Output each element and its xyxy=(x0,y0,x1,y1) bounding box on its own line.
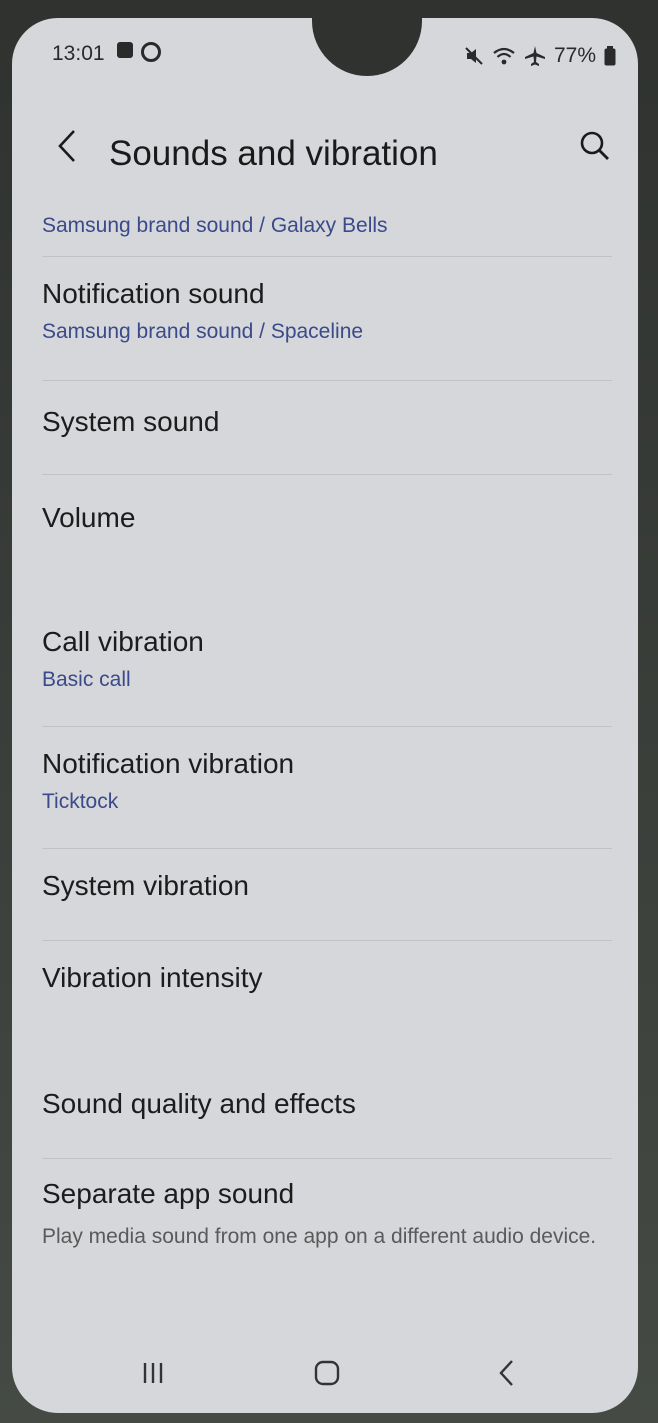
list-item-subtitle: Ticktock xyxy=(42,790,119,813)
list-item-title: Sound quality and effects xyxy=(42,1088,356,1119)
list-item-notification-sound[interactable]: Notification sound Samsung brand sound /… xyxy=(42,278,610,344)
divider xyxy=(42,940,612,941)
list-item-title: Vibration intensity xyxy=(42,962,263,993)
airplane-icon xyxy=(524,46,545,66)
list-item-title: Separate app sound xyxy=(42,1178,295,1209)
status-time: 13:01 xyxy=(52,42,105,65)
list-item-separate-app-sound[interactable]: Separate app sound Play media sound from… xyxy=(42,1178,602,1252)
list-item-title: Call vibration xyxy=(42,626,204,657)
wifi-icon xyxy=(493,47,515,65)
divider xyxy=(42,256,612,257)
navigation-bar xyxy=(12,1336,638,1406)
divider xyxy=(42,726,612,727)
list-item-vibration-intensity[interactable]: Vibration intensity xyxy=(42,962,610,994)
mute-icon xyxy=(465,47,483,65)
divider xyxy=(42,380,612,381)
phone-screen: 13:01 77% Sounds and vibration Samsung b… xyxy=(12,18,638,1413)
recents-icon xyxy=(143,1363,163,1383)
list-item-volume[interactable]: Volume xyxy=(42,502,610,534)
clipped-subtitle: Samsung brand sound / Galaxy Bells xyxy=(42,214,388,237)
page-title: Sounds and vibration xyxy=(109,134,438,173)
divider xyxy=(42,1158,612,1159)
divider xyxy=(42,848,612,849)
gallery-icon xyxy=(117,42,133,58)
list-item-system-sound[interactable]: System sound xyxy=(42,406,610,438)
status-bar: 13:01 77% xyxy=(12,18,638,88)
list-item-call-vibration[interactable]: Call vibration Basic call xyxy=(42,626,610,692)
list-item-notification-vibration[interactable]: Notification vibration Ticktock xyxy=(42,748,610,814)
nav-back-button[interactable] xyxy=(482,1348,532,1398)
home-icon xyxy=(314,1360,340,1386)
back-icon xyxy=(499,1360,513,1386)
list-item-subtitle: Samsung brand sound / Spaceline xyxy=(42,320,364,343)
app-bar: Sounds and vibration xyxy=(12,108,638,198)
list-item-title: Notification vibration xyxy=(42,748,295,779)
list-item-subtitle: Play media sound from one app on a diffe… xyxy=(42,1225,597,1248)
divider xyxy=(42,474,612,475)
list-item-title: System sound xyxy=(42,406,220,437)
sync-icon xyxy=(141,42,161,62)
list-item-system-vibration[interactable]: System vibration xyxy=(42,870,610,902)
list-item-sound-quality[interactable]: Sound quality and effects xyxy=(42,1088,610,1120)
battery-percent: 77% xyxy=(553,44,596,67)
chevron-left-icon xyxy=(58,130,75,162)
search-icon xyxy=(580,131,609,160)
home-button[interactable] xyxy=(302,1348,352,1398)
list-item-title: Volume xyxy=(42,502,136,533)
battery-icon xyxy=(604,46,616,66)
recents-button[interactable] xyxy=(128,1348,178,1398)
list-item-title: System vibration xyxy=(42,870,249,901)
list-item-title: Notification sound xyxy=(42,278,265,309)
list-item-subtitle: Basic call xyxy=(42,668,131,691)
back-button[interactable] xyxy=(44,118,90,174)
search-button[interactable] xyxy=(570,118,620,174)
